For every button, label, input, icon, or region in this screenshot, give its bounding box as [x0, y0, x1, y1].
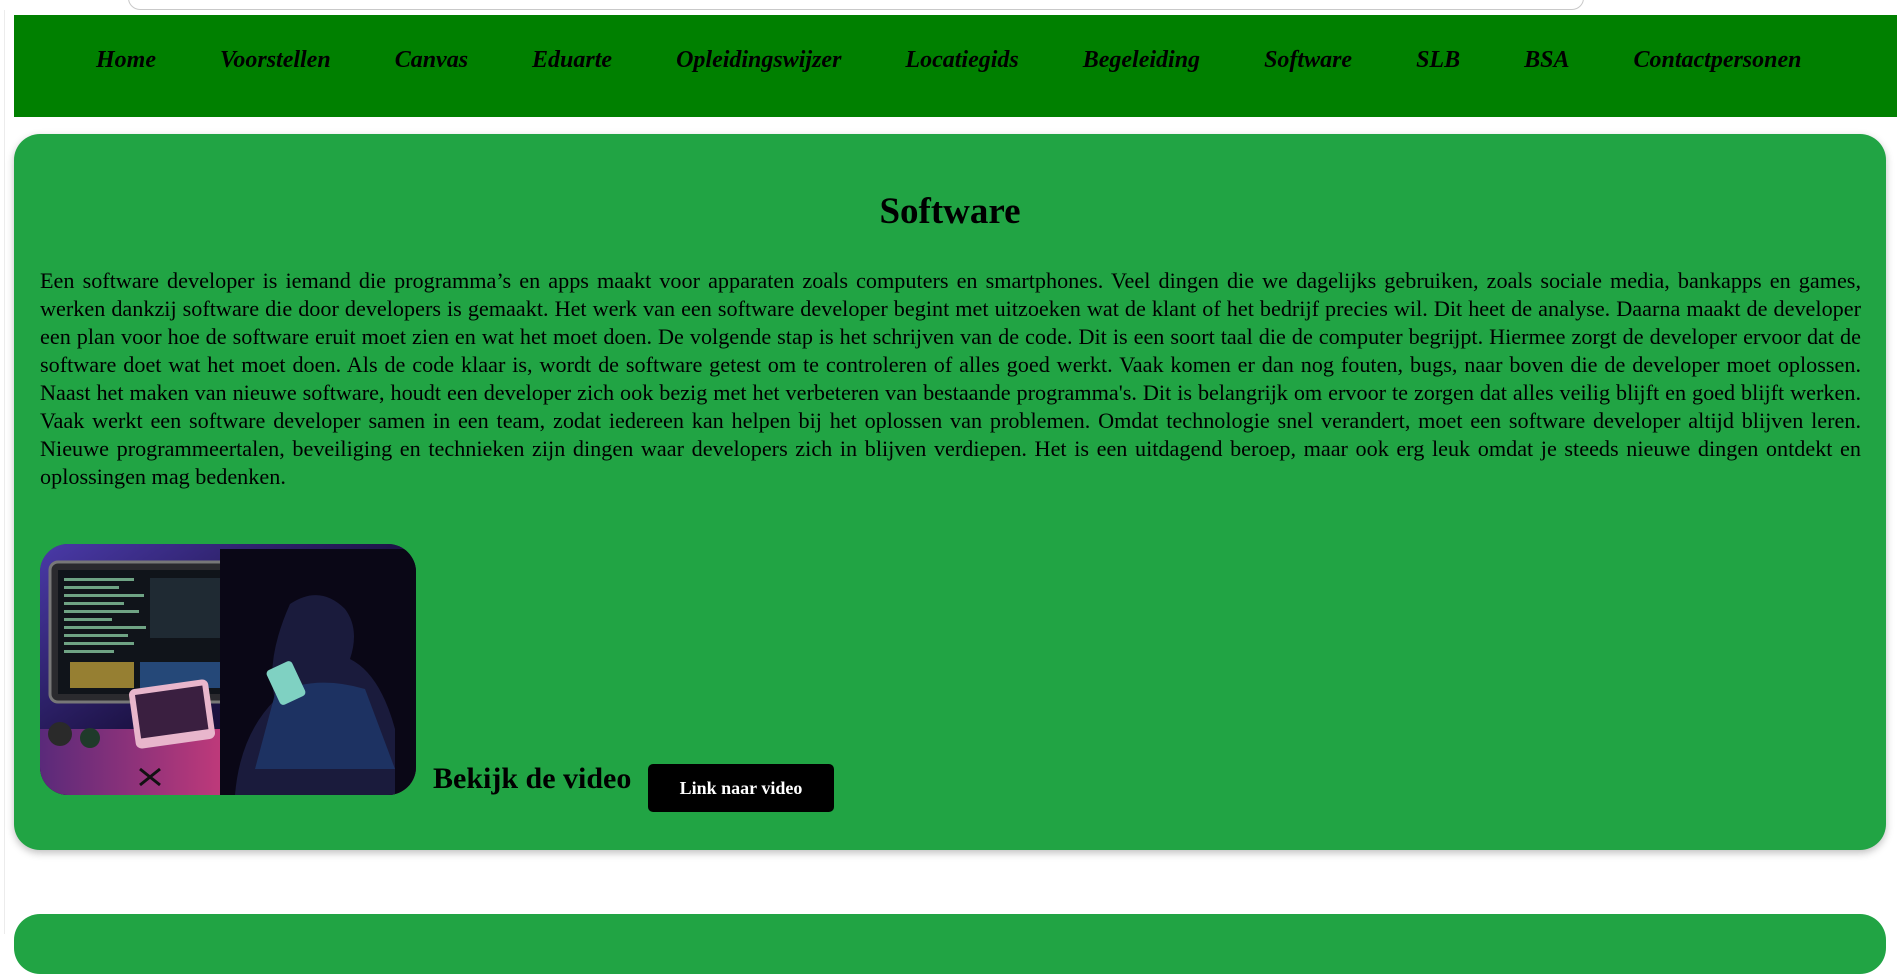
next-section: [14, 914, 1886, 974]
nav-link-contactpersonen[interactable]: Contactpersonen: [1633, 47, 1801, 73]
top-navigation: Home Voorstellen Canvas Eduarte Opleidin…: [14, 15, 1897, 117]
video-link-button[interactable]: Link naar video: [648, 764, 834, 812]
nav-link-opleidingswijzer[interactable]: Opleidingswijzer: [676, 47, 841, 73]
nav-link-locatiegids[interactable]: Locatiegids: [905, 47, 1018, 73]
video-label: Bekijk de video: [433, 762, 632, 795]
nav-link-bsa[interactable]: BSA: [1524, 47, 1569, 73]
section-body-text: Een software developer is iemand die pro…: [40, 268, 1861, 489]
software-section: Software Een software developer is ieman…: [14, 134, 1886, 850]
nav-link-slb[interactable]: SLB: [1416, 47, 1460, 73]
nav-link-home[interactable]: Home: [96, 47, 156, 73]
nav-link-software[interactable]: Software: [1264, 47, 1352, 73]
page-edge: [0, 10, 5, 934]
nav-link-eduarte[interactable]: Eduarte: [532, 47, 612, 73]
developer-photo: [40, 544, 416, 795]
nav-list: Home Voorstellen Canvas Eduarte Opleidin…: [96, 47, 1897, 74]
section-title: Software: [879, 191, 1021, 232]
nav-link-voorstellen[interactable]: Voorstellen: [220, 47, 331, 73]
browser-search-bar[interactable]: [128, 0, 1584, 10]
nav-link-begeleiding[interactable]: Begeleiding: [1083, 47, 1200, 73]
nav-link-canvas[interactable]: Canvas: [395, 47, 468, 73]
